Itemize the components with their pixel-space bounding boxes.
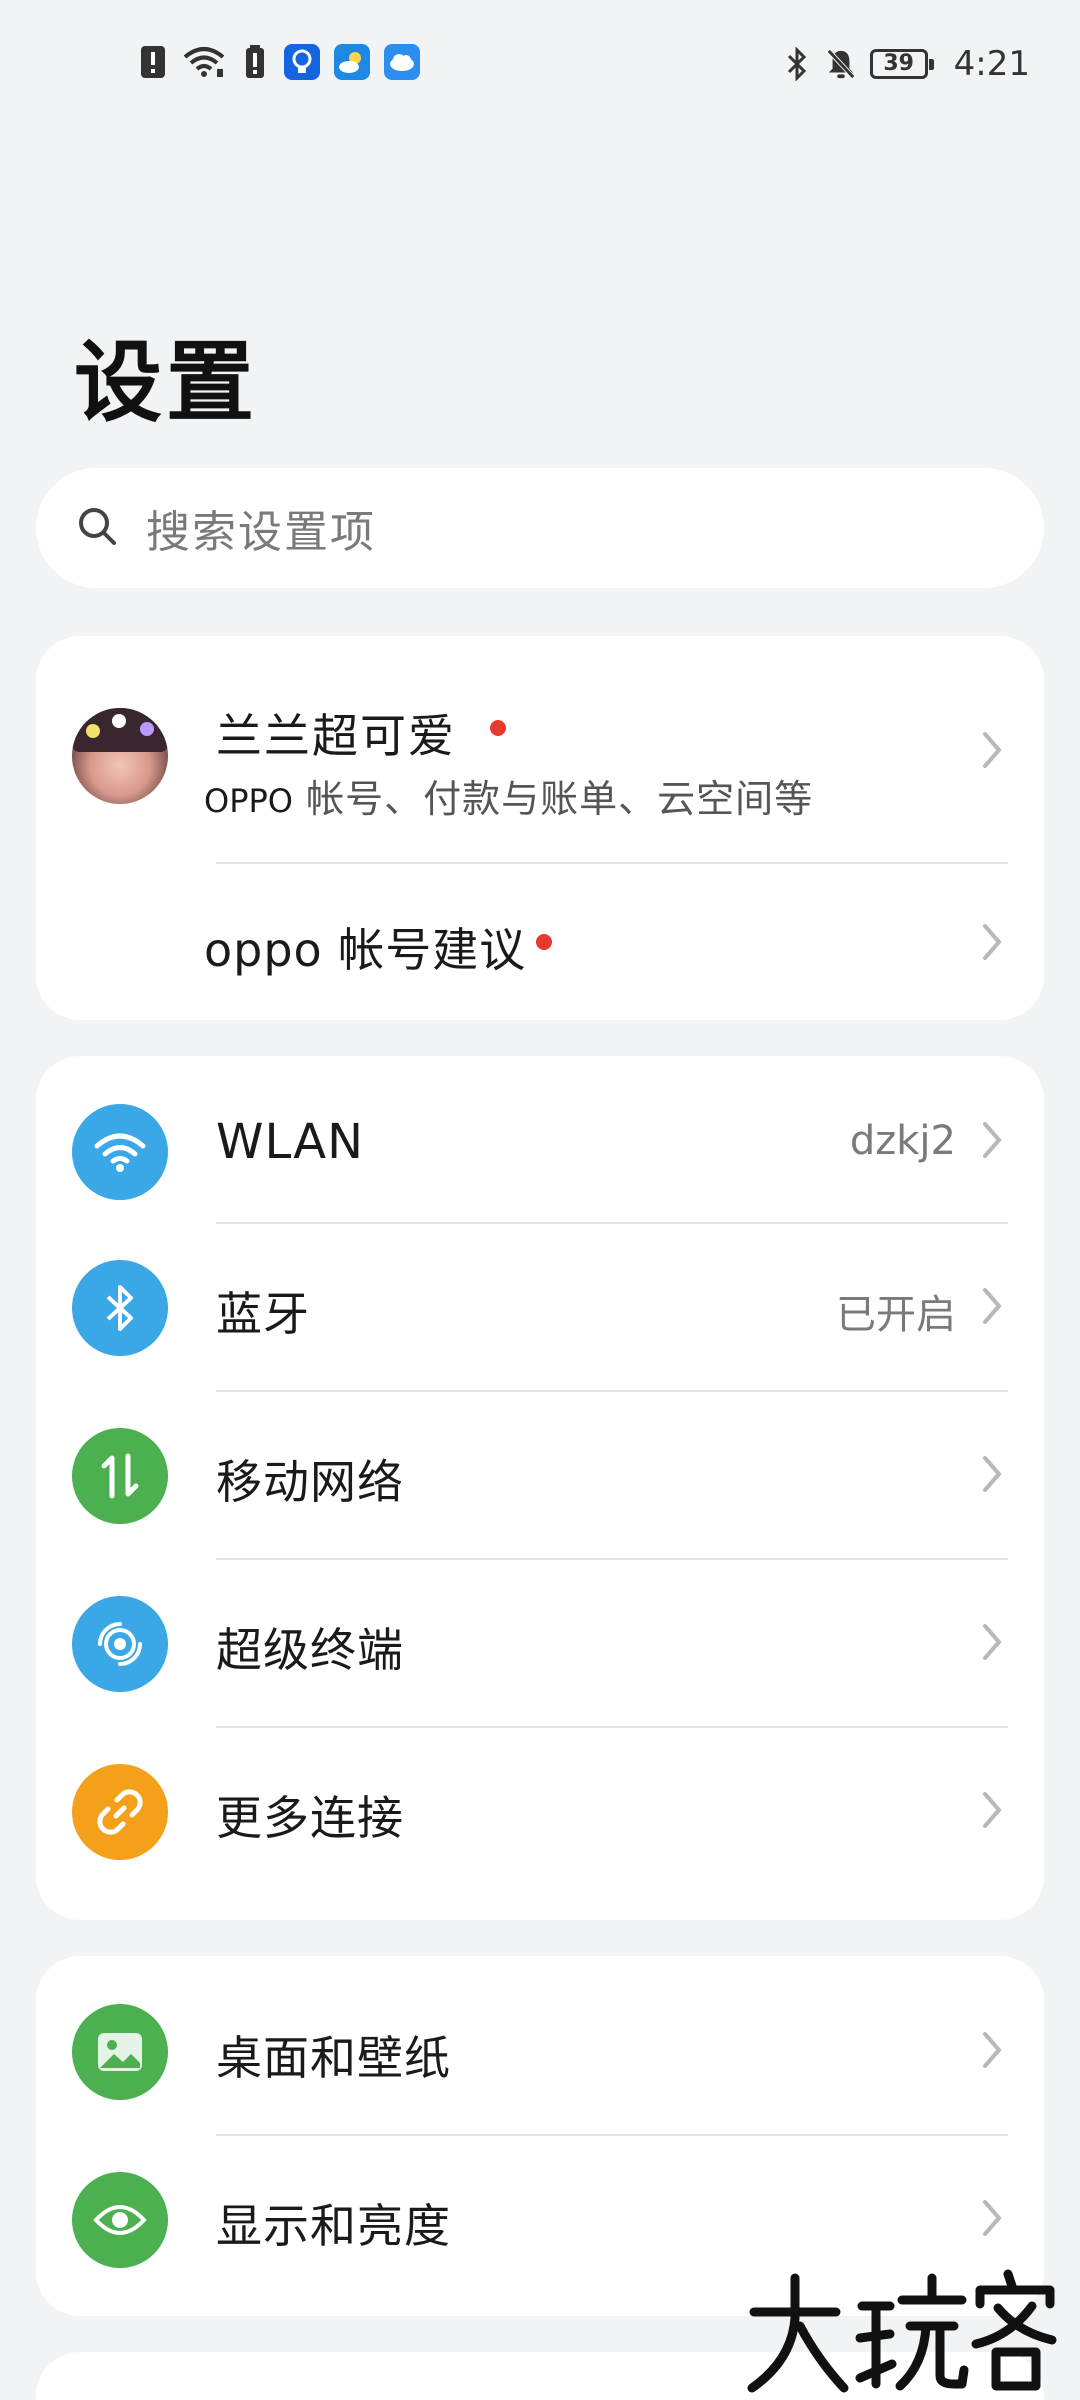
account-card: 兰兰超可爱 OPPO 帐号、付款与账单、云空间等 oppo 帐号建议 xyxy=(36,636,1044,1020)
bluetooth-icon xyxy=(782,46,812,82)
connectivity-card: WLAN dzkj2 蓝牙 已开启 移动网络 超级终端 更多连接 xyxy=(36,1056,1044,1920)
wifi-icon xyxy=(182,44,226,80)
settings-item-value: dzkj2 xyxy=(849,1118,956,1164)
status-bar-left xyxy=(138,44,420,80)
chevron-right-icon xyxy=(980,2198,1004,2238)
chevron-right-icon xyxy=(980,730,1004,770)
account-name: 兰兰超可爱 xyxy=(216,709,456,763)
settings-item-label: 更多连接 xyxy=(216,1791,404,1845)
cloud-app-icon xyxy=(384,44,420,80)
chevron-right-icon xyxy=(980,1622,1004,1662)
search-icon xyxy=(76,505,118,551)
battery-indicator: 39 xyxy=(869,49,934,79)
settings-item-super-device[interactable]: 超级终端 xyxy=(36,1560,1044,1728)
settings-item-label: 桌面和壁纸 xyxy=(216,2031,451,2085)
settings-item-value: 已开启 xyxy=(836,1292,956,1338)
settings-page: 39 4:21 设置 搜索设置项 兰兰超可爱 OPPO 帐号、付款与账单、云空间… xyxy=(0,0,1080,2400)
super-device-icon xyxy=(72,1596,168,1692)
settings-item-wlan[interactable]: WLAN dzkj2 xyxy=(36,1056,1044,1224)
settings-item-wallpaper[interactable]: 桌面和壁纸 xyxy=(36,1956,1044,2136)
page-title: 设置 xyxy=(74,331,259,434)
search-placeholder: 搜索设置项 xyxy=(146,507,376,558)
chevron-right-icon xyxy=(980,1790,1004,1830)
account-row[interactable]: 兰兰超可爱 OPPO 帐号、付款与账单、云空间等 xyxy=(36,636,1044,864)
chevron-right-icon xyxy=(980,1286,1004,1326)
chevron-right-icon xyxy=(980,922,1004,962)
settings-item-label: 显示和亮度 xyxy=(216,2199,451,2253)
eye-icon xyxy=(72,2172,168,2268)
bell-off-icon xyxy=(826,46,856,82)
search-input[interactable]: 搜索设置项 xyxy=(36,468,1044,588)
settings-item-label: 蓝牙 xyxy=(216,1287,310,1341)
weather-app-icon xyxy=(334,44,370,80)
account-subtitle-text: 帐号、付款与账单、云空间等 xyxy=(306,777,814,821)
settings-item-more-connections[interactable]: 更多连接 xyxy=(36,1728,1044,1920)
bluetooth-icon xyxy=(72,1260,168,1356)
status-time: 4:21 xyxy=(953,44,1030,84)
suggestion-notification-dot xyxy=(536,934,552,950)
account-brand: OPPO xyxy=(204,782,293,820)
settings-item-bluetooth[interactable]: 蓝牙 已开启 xyxy=(36,1224,1044,1392)
battery-alert-icon xyxy=(240,44,270,80)
account-suggestion-row[interactable]: oppo 帐号建议 xyxy=(36,864,1044,1020)
alert-icon xyxy=(138,44,168,80)
chevron-right-icon xyxy=(980,1454,1004,1494)
account-subtitle: OPPO 帐号、付款与账单、云空间等 xyxy=(204,768,813,823)
mobile-data-icon xyxy=(72,1428,168,1524)
status-bar: 39 4:21 xyxy=(0,0,1080,130)
status-bar-right: 39 4:21 xyxy=(782,44,1030,84)
account-notification-dot xyxy=(490,720,506,736)
settings-item-label: 移动网络 xyxy=(216,1455,404,1509)
settings-item-label: 超级终端 xyxy=(216,1623,404,1677)
wifi-icon xyxy=(72,1104,168,1200)
battery-level: 39 xyxy=(883,51,914,76)
account-suggestion-label: oppo 帐号建议 xyxy=(204,923,527,977)
avatar xyxy=(72,708,168,804)
chevron-right-icon xyxy=(980,2030,1004,2070)
watermark-logo xyxy=(740,2260,1070,2400)
bulb-app-icon xyxy=(284,44,320,80)
link-icon xyxy=(72,1764,168,1860)
settings-item-mobile-network[interactable]: 移动网络 xyxy=(36,1392,1044,1560)
wallpaper-icon xyxy=(72,2004,168,2100)
chevron-right-icon xyxy=(980,1120,1004,1160)
settings-item-label: WLAN xyxy=(216,1114,365,1170)
